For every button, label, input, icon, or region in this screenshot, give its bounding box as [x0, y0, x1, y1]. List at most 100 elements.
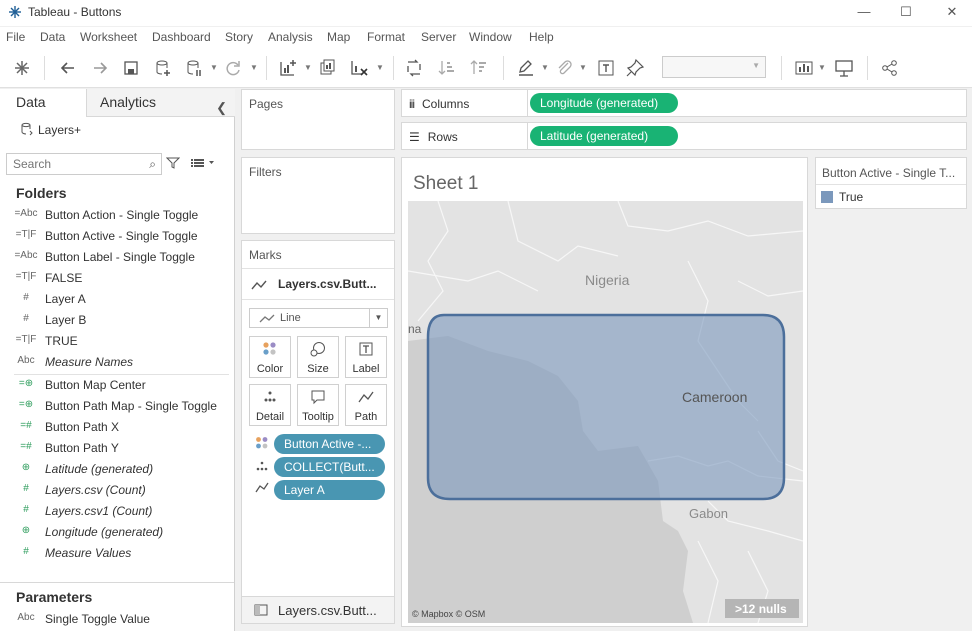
- show-start-page-icon[interactable]: [12, 58, 32, 78]
- tooltip-button[interactable]: Tooltip: [297, 384, 339, 426]
- sheet-tab[interactable]: Layers.csv.Butt...: [241, 596, 395, 624]
- sheet-title[interactable]: Sheet 1: [413, 173, 479, 195]
- menu-analysis[interactable]: Analysis: [268, 30, 313, 44]
- field-item[interactable]: Abc Measure Names: [14, 353, 229, 373]
- maximize-button[interactable]: ☐: [896, 3, 916, 21]
- marks-pill-detail[interactable]: COLLECT(Butt...: [274, 457, 385, 477]
- save-icon[interactable]: [121, 58, 141, 78]
- chevron-down-icon[interactable]: ▼: [541, 63, 549, 72]
- field-item[interactable]: =T|F Button Active - Single Toggle: [14, 227, 229, 247]
- chevron-down-icon[interactable]: ▼: [210, 63, 218, 72]
- mark-type-dropdown[interactable]: Line ▼: [249, 308, 388, 328]
- swap-rows-columns-icon[interactable]: [404, 58, 424, 78]
- group-members-icon[interactable]: [554, 58, 574, 78]
- presentation-mode-icon[interactable]: [834, 58, 854, 78]
- field-item[interactable]: ⊕ Longitude (generated): [14, 523, 229, 543]
- field-item[interactable]: =T|F FALSE: [14, 269, 229, 289]
- tab-data[interactable]: Data: [0, 89, 86, 117]
- globe-calc-icon: =⊕: [18, 378, 34, 389]
- filters-card[interactable]: Filters: [241, 157, 395, 234]
- field-item[interactable]: =⊕ Button Map Center: [14, 376, 229, 396]
- map[interactable]: Nigeria Cameroon Gabon na © Mapbox © OSM…: [408, 201, 803, 623]
- detail-button[interactable]: Detail: [249, 384, 291, 426]
- field-item[interactable]: # Layers.csv (Count): [14, 481, 229, 501]
- field-item[interactable]: # Layer B: [14, 311, 229, 331]
- field-item[interactable]: =⊕ Button Path Map - Single Toggle: [14, 397, 229, 417]
- clear-sheet-icon[interactable]: [349, 58, 369, 78]
- search-input[interactable]: [7, 154, 137, 174]
- rows-shelf[interactable]: ☰ Rows Latitude (generated): [401, 122, 967, 150]
- chevron-down-icon[interactable]: ▼: [579, 63, 587, 72]
- show-mark-labels-icon[interactable]: [596, 58, 616, 78]
- sort-descending-icon[interactable]: [469, 58, 489, 78]
- field-item[interactable]: # Layers.csv1 (Count): [14, 502, 229, 522]
- color-legend[interactable]: Button Active - Single T... True: [815, 157, 967, 209]
- pause-updates-icon[interactable]: [184, 58, 204, 78]
- chevron-down-icon[interactable]: ▼: [376, 63, 384, 72]
- filter-icon[interactable]: [165, 156, 181, 173]
- map-polygon[interactable]: [426, 313, 786, 501]
- menu-worksheet[interactable]: Worksheet: [80, 30, 137, 44]
- field-item[interactable]: # Measure Values: [14, 544, 229, 564]
- fix-axes-pin-icon[interactable]: [625, 58, 645, 78]
- highlight-icon[interactable]: [516, 58, 536, 78]
- size-button[interactable]: Size: [297, 336, 339, 378]
- field-item[interactable]: ⊕ Latitude (generated): [14, 460, 229, 480]
- tab-analytics[interactable]: Analytics ❮: [86, 89, 235, 117]
- show-me-icon[interactable]: [794, 58, 814, 78]
- undo-icon[interactable]: [58, 58, 78, 78]
- path-button[interactable]: Path: [345, 384, 387, 426]
- field-item[interactable]: =T|F TRUE: [14, 332, 229, 352]
- redo-icon[interactable]: [90, 58, 110, 78]
- columns-shelf[interactable]: iii Columns Longitude (generated): [401, 89, 967, 117]
- field-item[interactable]: =# Button Path X: [14, 418, 229, 438]
- menu-dashboard[interactable]: Dashboard: [152, 30, 211, 44]
- search-field[interactable]: ⌕: [6, 153, 162, 175]
- field-item[interactable]: =# Button Path Y: [14, 439, 229, 459]
- rows-label: ☰ Rows: [409, 130, 458, 144]
- field-item[interactable]: =Abc Button Action - Single Toggle: [14, 206, 229, 226]
- collapse-pane-icon[interactable]: ❮: [216, 95, 227, 121]
- rows-pill[interactable]: Latitude (generated): [530, 126, 678, 146]
- pages-card[interactable]: Pages: [241, 89, 395, 150]
- map-attribution[interactable]: © Mapbox © OSM: [412, 609, 485, 619]
- chevron-down-icon[interactable]: ▼: [304, 63, 312, 72]
- marks-pill-color[interactable]: Button Active -...: [274, 434, 385, 454]
- fit-dropdown[interactable]: ▼: [662, 56, 766, 78]
- chevron-down-icon[interactable]: ▼: [818, 63, 826, 72]
- menu-help[interactable]: Help: [529, 30, 554, 44]
- color-button[interactable]: Color: [249, 336, 291, 378]
- parameter-item[interactable]: Abc Single Toggle Value: [14, 610, 229, 630]
- share-icon[interactable]: [880, 58, 900, 78]
- field-item[interactable]: =Abc Button Label - Single Toggle: [14, 248, 229, 268]
- field-name: Button Action - Single Toggle: [45, 208, 199, 222]
- chevron-down-icon[interactable]: ▼: [250, 63, 258, 72]
- view-mode-icon[interactable]: [191, 157, 215, 172]
- duplicate-sheet-icon[interactable]: [318, 58, 338, 78]
- menu-map[interactable]: Map: [327, 30, 350, 44]
- close-button[interactable]: ✕: [942, 3, 962, 21]
- new-worksheet-icon[interactable]: [278, 58, 298, 78]
- field-item[interactable]: # Layer A: [14, 290, 229, 310]
- path-icon: [346, 389, 386, 407]
- label-button[interactable]: Label: [345, 336, 387, 378]
- menu-window[interactable]: Window: [469, 30, 512, 44]
- minimize-button[interactable]: —: [854, 3, 874, 21]
- marks-pill-path[interactable]: Layer A: [274, 480, 385, 500]
- datasource[interactable]: Layers+: [20, 122, 81, 137]
- color-icon: [250, 341, 290, 359]
- menu-file[interactable]: File: [6, 30, 25, 44]
- menu-story[interactable]: Story: [225, 30, 253, 44]
- field-name: Button Active - Single Toggle: [45, 229, 198, 243]
- refresh-icon[interactable]: [223, 58, 243, 78]
- worksheet-view: Sheet 1 Nigeria Cameroon Gabon na © Mapb…: [401, 157, 808, 627]
- marks-layer-name[interactable]: Layers.csv.Butt...: [278, 277, 376, 291]
- menu-format[interactable]: Format: [367, 30, 405, 44]
- new-data-source-icon[interactable]: [153, 58, 173, 78]
- sort-ascending-icon[interactable]: [437, 58, 457, 78]
- menu-server[interactable]: Server: [421, 30, 456, 44]
- columns-pill[interactable]: Longitude (generated): [530, 93, 678, 113]
- search-icon: ⌕: [149, 157, 156, 171]
- menu-data[interactable]: Data: [40, 30, 65, 44]
- size-icon: [298, 341, 338, 359]
